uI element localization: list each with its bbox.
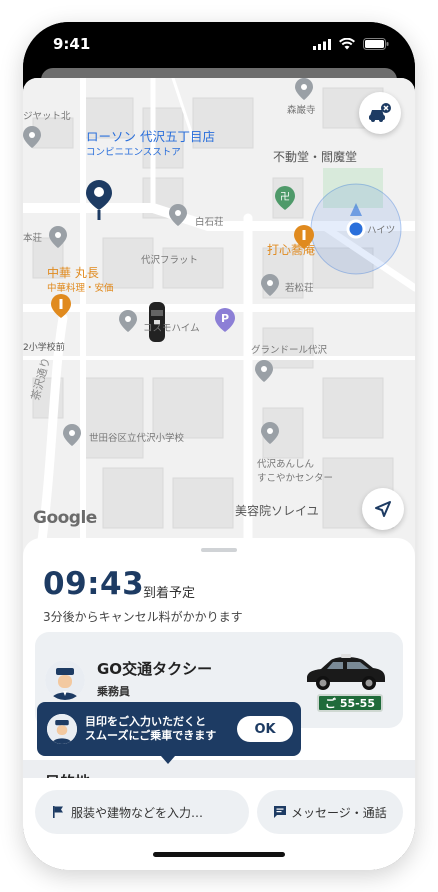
parking-pin-icon: P	[215, 308, 235, 332]
svg-text:卍: 卍	[280, 191, 290, 203]
map-pin-icon	[295, 78, 313, 100]
map-view[interactable]: 卍 P ローソン 代沢五丁目店 コンビニエンスストア 中華 丸長 中華料理・安価…	[23, 78, 415, 558]
tooltip-line-2: スムーズにご乗車できます	[85, 729, 217, 742]
poi-morizaki: 森巌寺	[287, 105, 316, 116]
tooltip-avatar	[47, 714, 77, 744]
landmark-input-label: 服装や建物などを入力…	[71, 805, 204, 820]
map-pin-icon	[119, 310, 137, 332]
signal-icon	[313, 38, 331, 50]
message-icon	[274, 806, 286, 818]
poi-lawson-name[interactable]: ローソン 代沢五丁目店	[86, 126, 215, 145]
action-bar: 服装や建物などを入力… メッセージ・通話	[23, 778, 415, 870]
poi-shiraishi: 白石荘	[195, 217, 224, 228]
poi-hon: 本荘	[23, 233, 43, 244]
poi-annaishin: 代沢あんしん	[257, 459, 315, 470]
taxi-vehicle-icon	[307, 654, 385, 690]
poi-haitsu: ハイツ	[367, 225, 396, 236]
driver-avatar-icon	[45, 660, 85, 700]
restaurant-pin-icon	[51, 294, 71, 318]
taxi-company: GO交通タクシー	[97, 660, 213, 678]
message-call-label: メッセージ・通話	[291, 805, 387, 820]
status-icons	[313, 38, 389, 50]
landmark-tooltip: 目印をご入力いただくと スムーズにご乗車できます OK	[37, 702, 301, 764]
eta-time: 09:43	[43, 566, 145, 602]
car-cancel-icon	[369, 103, 391, 122]
map-pin-icon	[169, 204, 187, 226]
driver-avatar	[45, 660, 85, 700]
map-pin-icon	[261, 422, 279, 444]
poi-daizawa-flat: 代沢フラット	[141, 255, 199, 266]
ride-settings-button[interactable]	[359, 92, 401, 134]
main-card: 卍 P ローソン 代沢五丁目店 コンビニエンスストア 中華 丸長 中華料理・安価…	[23, 78, 415, 870]
poi-jikattakita: ジヤット北	[23, 111, 71, 122]
tooltip-arrow	[161, 756, 175, 764]
poi-lawson-sub: コンビニエンスストア	[86, 147, 181, 158]
bottom-sheet: 09:43 到着予定 3分後からキャンセル料がかかります GO交通タクシー 乗務…	[23, 538, 415, 870]
map-pin-icon	[63, 424, 81, 446]
poi-chinese-name[interactable]: 中華 丸長	[47, 264, 99, 281]
tooltip-text: 目印をご入力いただくと スムーズにご乗車できます	[85, 715, 216, 743]
poi-school-front: 2小学校前	[23, 343, 65, 353]
temple-pin-icon: 卍	[275, 186, 295, 210]
pickup-pin-icon	[86, 180, 112, 220]
svg-text:P: P	[221, 312, 229, 325]
flag-icon	[53, 806, 63, 818]
poi-biyoin[interactable]: 美容院ソレイユ	[235, 502, 319, 519]
poi-fudodo[interactable]: 不動堂・閻魔堂	[273, 148, 357, 165]
map-pin-icon	[261, 274, 279, 296]
cancel-fee-note: 3分後からキャンセル料がかかります	[43, 610, 243, 624]
home-indicator[interactable]	[153, 852, 285, 857]
wifi-icon	[339, 38, 355, 50]
message-call-button[interactable]: メッセージ・通話	[257, 790, 403, 834]
map-pin-icon	[255, 360, 273, 382]
status-bar: 9:41	[23, 22, 415, 70]
battery-icon	[363, 38, 389, 50]
sheet-handle[interactable]	[201, 548, 237, 552]
map-pin-icon	[23, 126, 41, 148]
poi-chinese-sub: 中華料理・安価	[47, 283, 114, 294]
status-time: 9:41	[53, 35, 91, 53]
phone-frame: 9:41 卍 P ローソン 代沢五丁目店 コンビニエンスストア 中華 丸長 中華…	[23, 22, 415, 870]
poi-sukoyaka: すこやかセンター	[257, 473, 334, 484]
app-screen: 9:41 卍 P ローソン 代沢五丁目店 コンビニエンスストア 中華 丸長 中華…	[23, 22, 415, 870]
map-pin-icon	[49, 226, 67, 248]
tooltip-ok-button[interactable]: OK	[237, 716, 293, 742]
poi-school: 世田谷区立代沢小学校	[89, 433, 185, 444]
navigation-arrow-icon	[375, 501, 391, 517]
poi-cosmo: コスモハイム	[143, 323, 200, 334]
tooltip-line-1: 目印をご入力いただくと	[85, 715, 206, 728]
poi-wakamatsu: 若松荘	[285, 283, 314, 294]
driver-role: 乗務員	[97, 685, 130, 698]
license-plate: ご 55-55	[317, 694, 383, 712]
google-logo: Google	[33, 508, 97, 528]
poi-uchikome[interactable]: 打心蕎庵	[267, 241, 315, 258]
driver-avatar-icon	[47, 714, 77, 744]
landmark-input-button[interactable]: 服装や建物などを入力…	[35, 790, 249, 834]
eta-label: 到着予定	[143, 586, 196, 601]
recenter-button[interactable]	[362, 488, 404, 530]
poi-grand: グランドール代沢	[251, 345, 328, 356]
